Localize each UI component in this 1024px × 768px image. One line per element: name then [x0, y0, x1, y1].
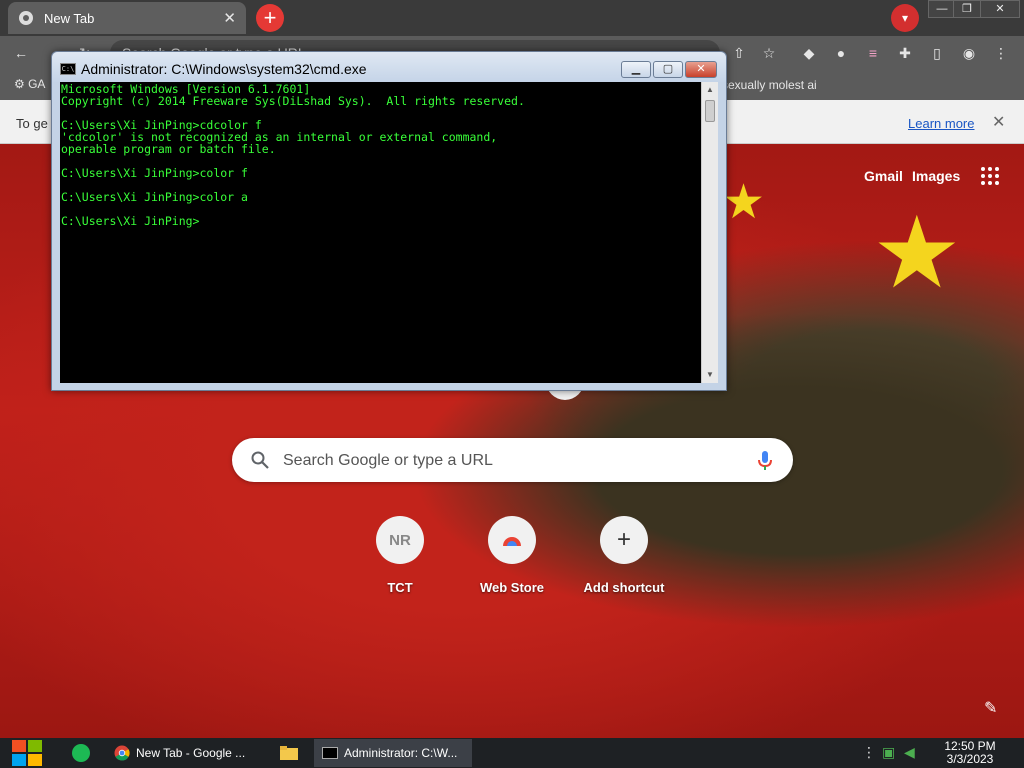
clock-date: 3/3/2023 [946, 752, 994, 766]
account-avatar-icon[interactable]: ◉ [960, 44, 978, 62]
bookmark-ga-label: GA [28, 77, 46, 91]
network-icon[interactable]: ▣ [882, 744, 895, 761]
cmd-console-output[interactable]: Microsoft Windows [Version 6.1.7601] Cop… [60, 82, 701, 383]
search-icon [251, 451, 269, 469]
window-minimize-button[interactable]: — [928, 0, 956, 18]
bookmark-ga[interactable]: ⚙ GA [14, 77, 45, 91]
search-input-placeholder[interactable]: Search Google or type a URL [283, 452, 493, 470]
info-bar-close-icon[interactable]: ✕ [992, 112, 1005, 132]
window-restore-button[interactable]: ❐ [953, 0, 981, 18]
folder-icon [280, 746, 298, 760]
share-icon[interactable]: ⇧ [730, 44, 748, 62]
cmd-window[interactable]: C:\ Administrator: C:\Windows\system32\c… [51, 51, 727, 391]
bookmark-ai[interactable]: sexually molest ai [722, 78, 817, 92]
windows-start-icon[interactable] [10, 738, 44, 768]
shortcut-tct-label: TCT [387, 580, 413, 595]
tab-close-icon[interactable]: ✕ [223, 9, 236, 27]
flag-star-icon: ★ [722, 176, 766, 229]
add-shortcut-label: Add shortcut [583, 580, 665, 595]
shortcut-tct[interactable]: NR TCT [350, 516, 450, 595]
add-shortcut-plus-icon: + [600, 516, 648, 564]
bookmark-star-icon[interactable]: ☆ [760, 44, 778, 62]
taskbar-cmd-label: Administrator: C:\W... [344, 746, 458, 760]
cmd-window-title: Administrator: C:\Windows\system32\cmd.e… [81, 61, 367, 77]
new-tab-button[interactable]: + [256, 4, 284, 32]
taskbar-chrome-label: New Tab - Google ... [136, 746, 246, 760]
images-link[interactable]: Images [912, 168, 960, 184]
window-close-button[interactable]: ✕ [980, 0, 1020, 18]
volume-icon[interactable]: ◀ [904, 744, 915, 761]
learn-more-link[interactable]: Learn more [908, 116, 974, 131]
cmd-app-icon: C:\ [60, 63, 76, 75]
ublock-extension-icon[interactable]: ◆ [800, 44, 818, 62]
tray-clock[interactable]: 12:50 PM 3/3/2023 [934, 740, 1006, 766]
tab-title: New Tab [44, 10, 95, 26]
side-panel-icon[interactable]: ▯ [928, 44, 946, 62]
profile-extension-icon[interactable]: ● [832, 44, 850, 62]
web-store-icon [488, 516, 536, 564]
tab-search-chevron-icon[interactable]: ▾ [891, 4, 919, 32]
chrome-favicon-icon [19, 11, 33, 25]
shortcut-web-store[interactable]: Web Store [462, 516, 562, 595]
cmd-scrollbar[interactable]: ▲ ▼ [701, 82, 718, 383]
add-shortcut-button[interactable]: + Add shortcut [574, 516, 674, 595]
browser-tabstrip: New Tab ✕ + ▾ — ❐ ✕ [0, 0, 1024, 36]
flag-star-large-icon: ★ [872, 197, 962, 309]
shortcut-tct-icon: NR [376, 516, 424, 564]
scroll-down-arrow-icon[interactable]: ▼ [702, 367, 718, 383]
tray-overflow-icon[interactable]: ⋮ [862, 744, 876, 761]
taskbar-cmd-task[interactable]: Administrator: C:\W... [314, 739, 472, 767]
cmd-minimize-button[interactable]: ▁ [621, 61, 651, 78]
cmd-titlebar[interactable]: C:\ Administrator: C:\Windows\system32\c… [52, 52, 726, 82]
cmd-maximize-button[interactable]: ▢ [653, 61, 683, 78]
spotify-icon[interactable] [72, 744, 90, 762]
cmd-taskbar-icon [322, 747, 338, 759]
taskbar-chrome-task[interactable]: New Tab - Google ... [106, 739, 262, 767]
info-bar-text: To ge [16, 116, 48, 131]
shortcut-web-store-label: Web Store [479, 580, 545, 595]
cmd-close-button[interactable]: ✕ [685, 61, 717, 78]
back-arrow-icon[interactable]: ← [12, 44, 30, 62]
extensions-puzzle-icon[interactable]: ✚ [896, 44, 914, 62]
scrollbar-thumb[interactable] [705, 100, 715, 122]
google-apps-grid-icon[interactable] [980, 166, 1000, 186]
search-box[interactable]: Search Google or type a URL [232, 438, 793, 482]
customize-pencil-icon[interactable]: ✎ [984, 698, 997, 718]
taskbar-file-explorer[interactable] [272, 739, 308, 767]
gmail-link[interactable]: Gmail [864, 168, 903, 184]
scroll-up-arrow-icon[interactable]: ▲ [702, 82, 718, 98]
extension-icon[interactable]: ≡ [864, 44, 882, 62]
chrome-logo-icon [114, 745, 130, 761]
microphone-icon[interactable] [757, 450, 773, 472]
taskbar: New Tab - Google ... Administrator: C:\W… [0, 738, 1024, 768]
menu-kebab-icon[interactable]: ⋮ [992, 44, 1010, 62]
tab-new-tab[interactable]: New Tab ✕ [8, 2, 246, 34]
